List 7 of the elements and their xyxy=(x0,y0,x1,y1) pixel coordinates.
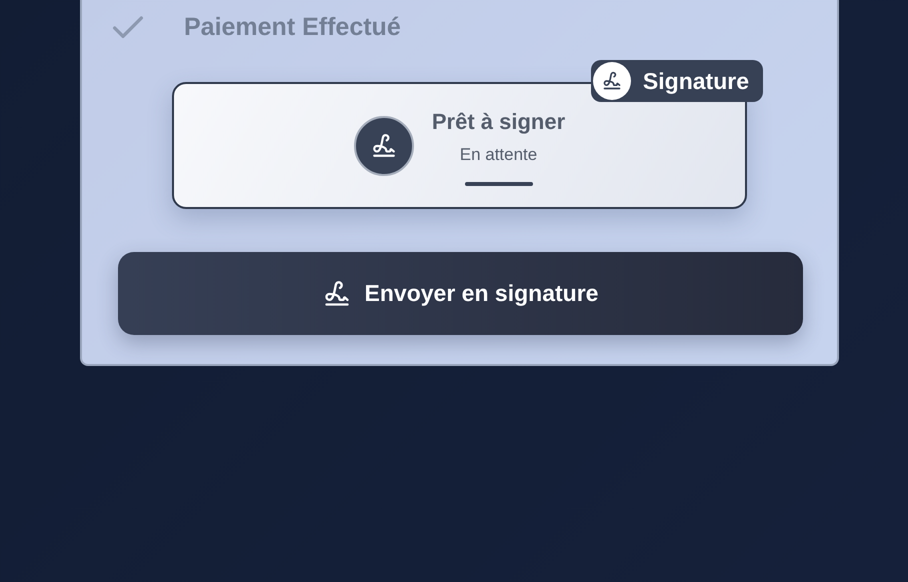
send-signature-button[interactable]: Envoyer en signature xyxy=(118,252,803,335)
card-title: Prêt à signer xyxy=(432,108,566,136)
signature-icon xyxy=(322,280,351,308)
step-label: Paiement Effectué xyxy=(184,12,401,44)
signature-icon xyxy=(592,62,631,100)
card-status: En attente xyxy=(460,144,538,166)
signature-badge: Signature xyxy=(590,60,763,102)
